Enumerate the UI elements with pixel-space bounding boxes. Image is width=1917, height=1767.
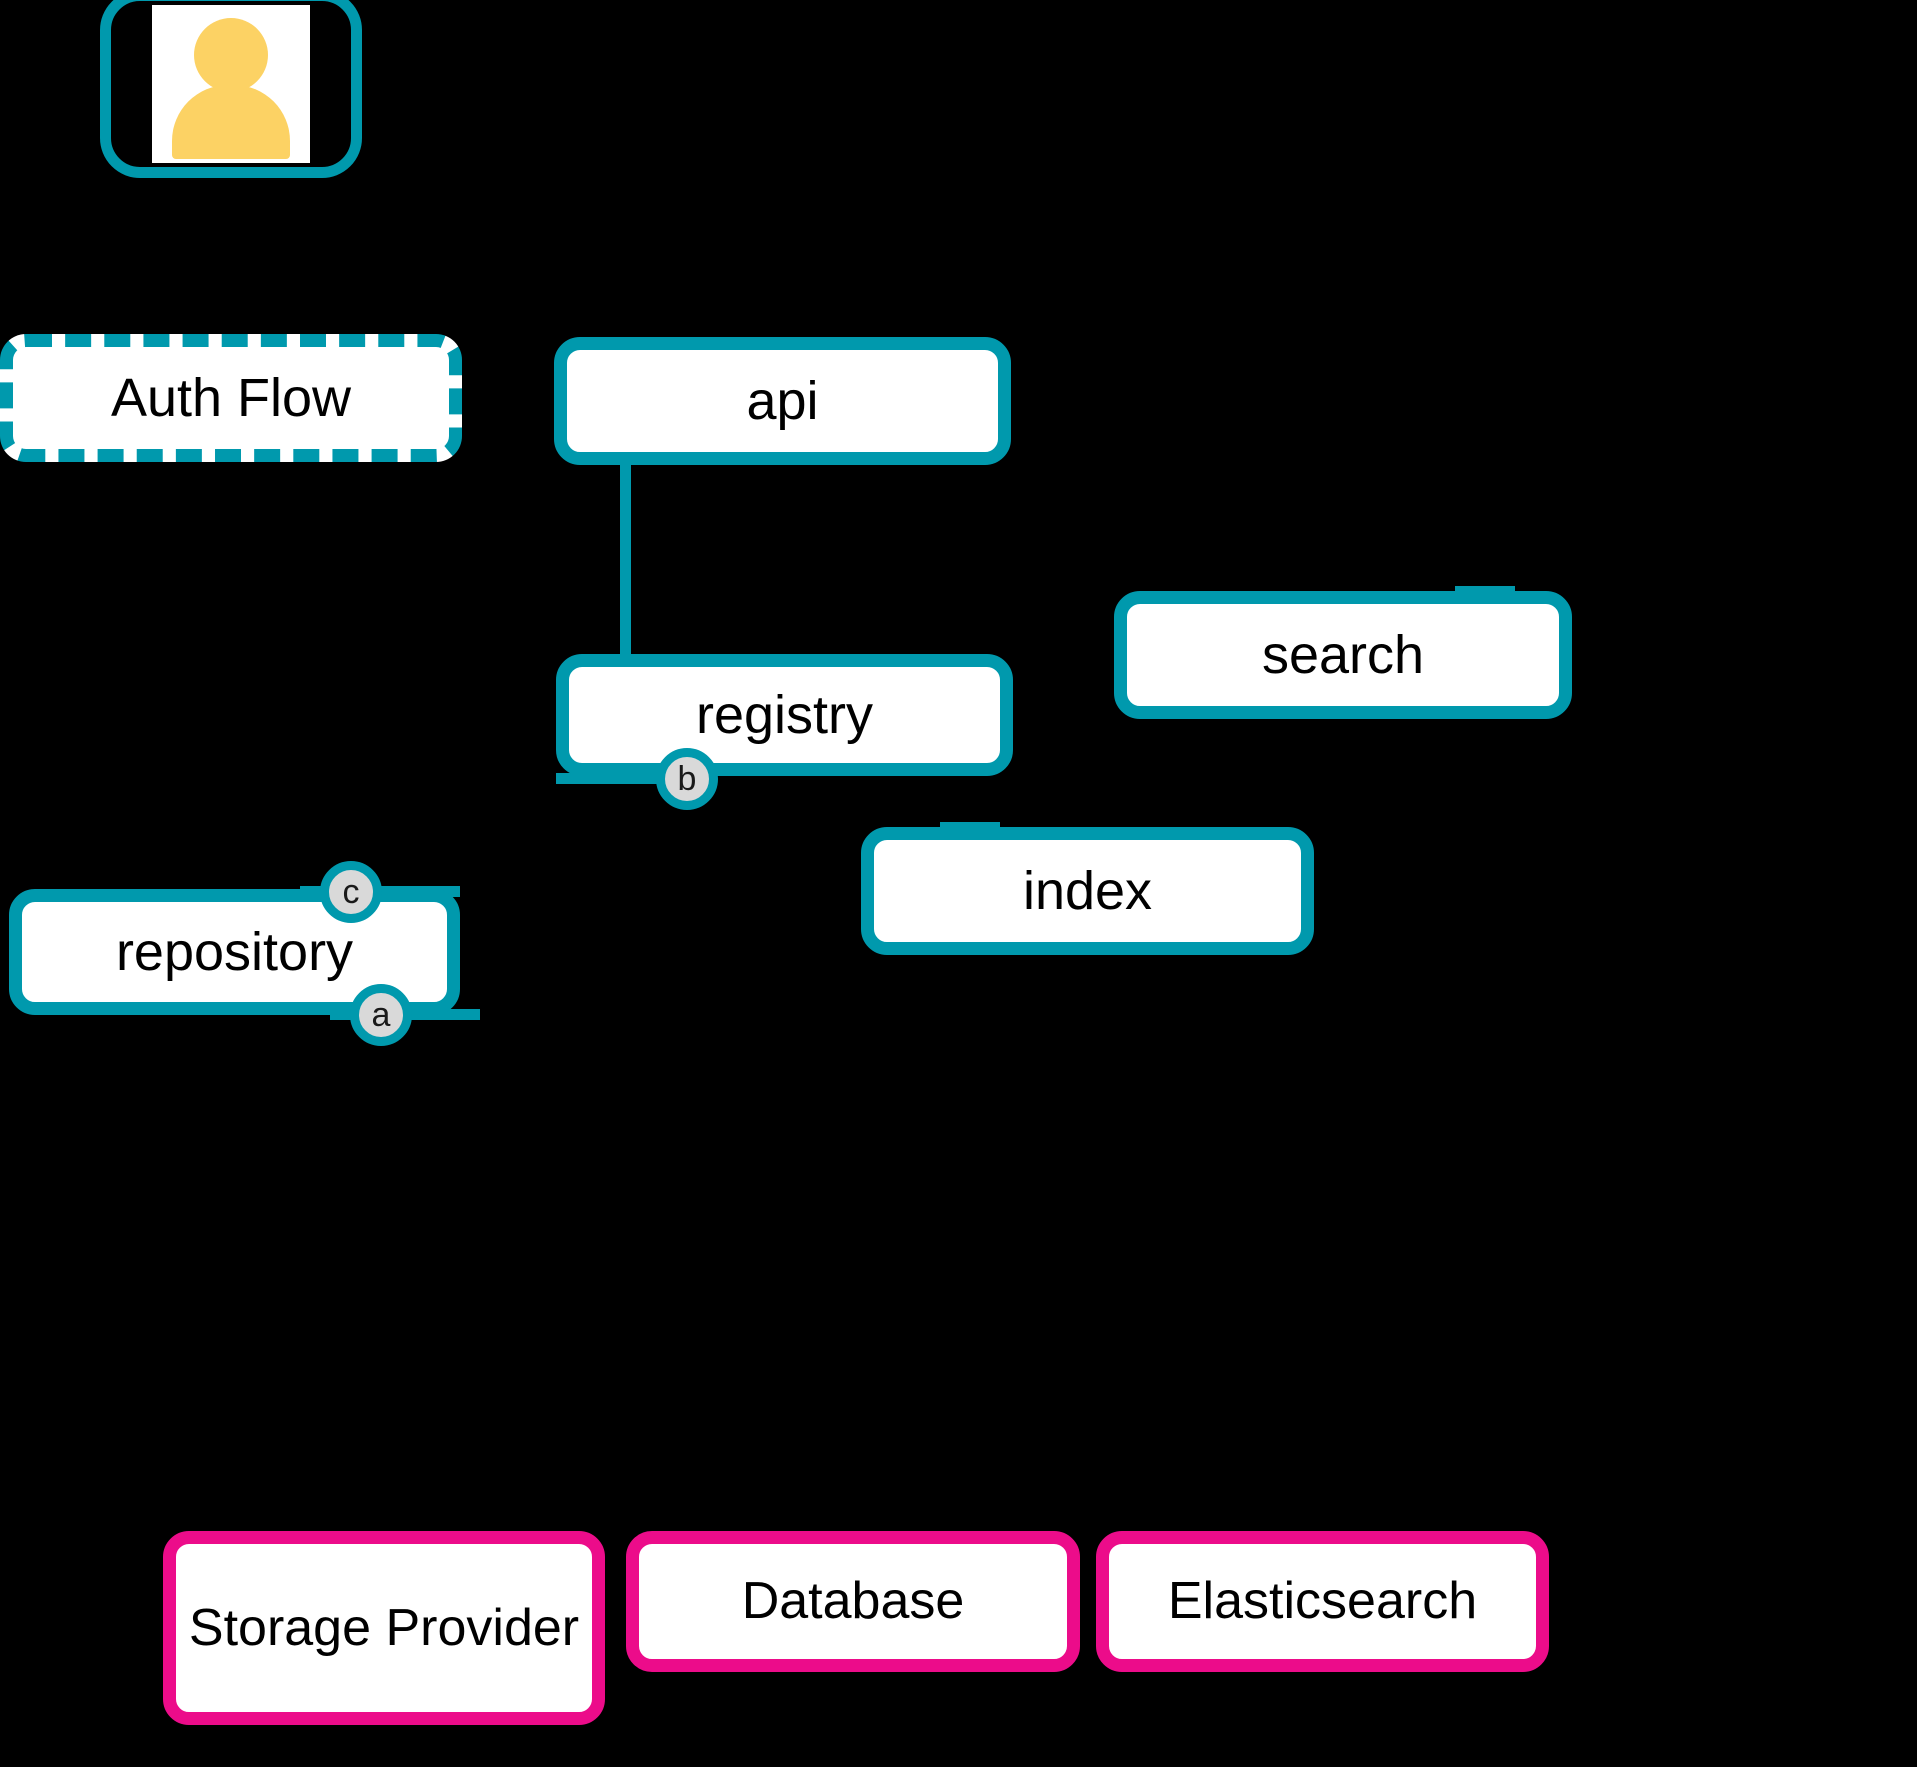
node-label-api: api	[746, 370, 819, 431]
user-icon-head	[194, 18, 268, 92]
node-registry[interactable]: registry	[556, 654, 1013, 776]
node-label-storage-provider: Storage Provider	[188, 1598, 580, 1657]
badge-a[interactable]: a	[350, 984, 412, 1046]
user-icon-body	[172, 85, 290, 159]
node-storage-provider[interactable]: Storage Provider	[163, 1531, 605, 1725]
node-label-repository: repository	[115, 921, 354, 982]
node-label-auth-flow: Auth Flow	[110, 367, 352, 428]
node-label-registry: registry	[695, 684, 874, 745]
node-label-elasticsearch: Elasticsearch	[1167, 1572, 1478, 1631]
badge-b[interactable]: b	[656, 748, 718, 810]
badge-c[interactable]: c	[320, 861, 382, 923]
node-label-search: search	[1261, 624, 1425, 685]
node-label-database: Database	[741, 1572, 965, 1631]
node-label-index: index	[1022, 860, 1153, 921]
badge-b-label: b	[677, 759, 697, 798]
node-api[interactable]: api	[554, 337, 1011, 465]
node-database[interactable]: Database	[626, 1531, 1080, 1672]
connector-api-registry	[620, 465, 631, 665]
node-auth-flow[interactable]: Auth Flow	[0, 334, 462, 462]
badge-a-label: a	[371, 995, 391, 1034]
badge-c-label: c	[342, 872, 360, 911]
node-search[interactable]: search	[1114, 591, 1572, 719]
node-elasticsearch[interactable]: Elasticsearch	[1096, 1531, 1549, 1672]
actor-user[interactable]	[100, 0, 362, 178]
node-index[interactable]: index	[861, 827, 1314, 955]
user-icon	[152, 5, 310, 163]
diagram-canvas: Auth Flow api search registry index repositor…	[0, 0, 1917, 1767]
